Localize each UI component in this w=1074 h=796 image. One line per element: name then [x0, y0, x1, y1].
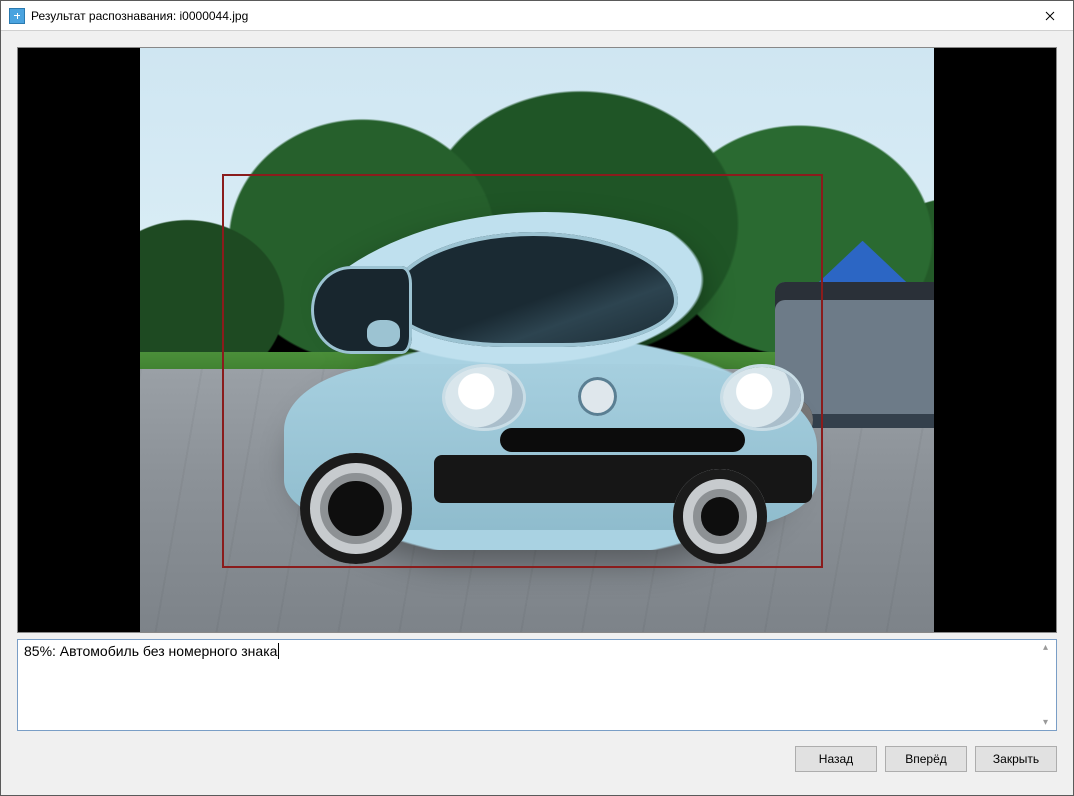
car-illustration [267, 212, 823, 551]
back-button[interactable]: Назад [795, 746, 877, 772]
close-icon [1045, 11, 1055, 21]
image-viewer [17, 47, 1057, 633]
titlebar[interactable]: Результат распознавания: i0000044.jpg [1, 1, 1073, 31]
scroll-up-icon: ▴ [1043, 642, 1048, 653]
recognition-result-textbox[interactable]: 85%: Автомобиль без номерного знака ▴ ▾ [17, 639, 1057, 731]
scrollbar-vertical[interactable]: ▴ ▾ [1037, 642, 1054, 728]
window-title: Результат распознавания: i0000044.jpg [31, 9, 248, 23]
scene-illustration [140, 48, 934, 632]
detected-image [140, 48, 934, 632]
text-caret [278, 643, 279, 659]
window-close-button[interactable] [1027, 1, 1073, 31]
dialog-button-row: Назад Вперёд Закрыть [17, 737, 1057, 773]
client-area: 85%: Автомобиль без номерного знака ▴ ▾ … [1, 31, 1073, 795]
scroll-down-icon: ▾ [1043, 717, 1048, 728]
app-icon [9, 8, 25, 24]
recognition-result-text: 85%: Автомобиль без номерного знака [24, 643, 277, 659]
forward-button[interactable]: Вперёд [885, 746, 967, 772]
dialog-window: Результат распознавания: i0000044.jpg [0, 0, 1074, 796]
close-button[interactable]: Закрыть [975, 746, 1057, 772]
